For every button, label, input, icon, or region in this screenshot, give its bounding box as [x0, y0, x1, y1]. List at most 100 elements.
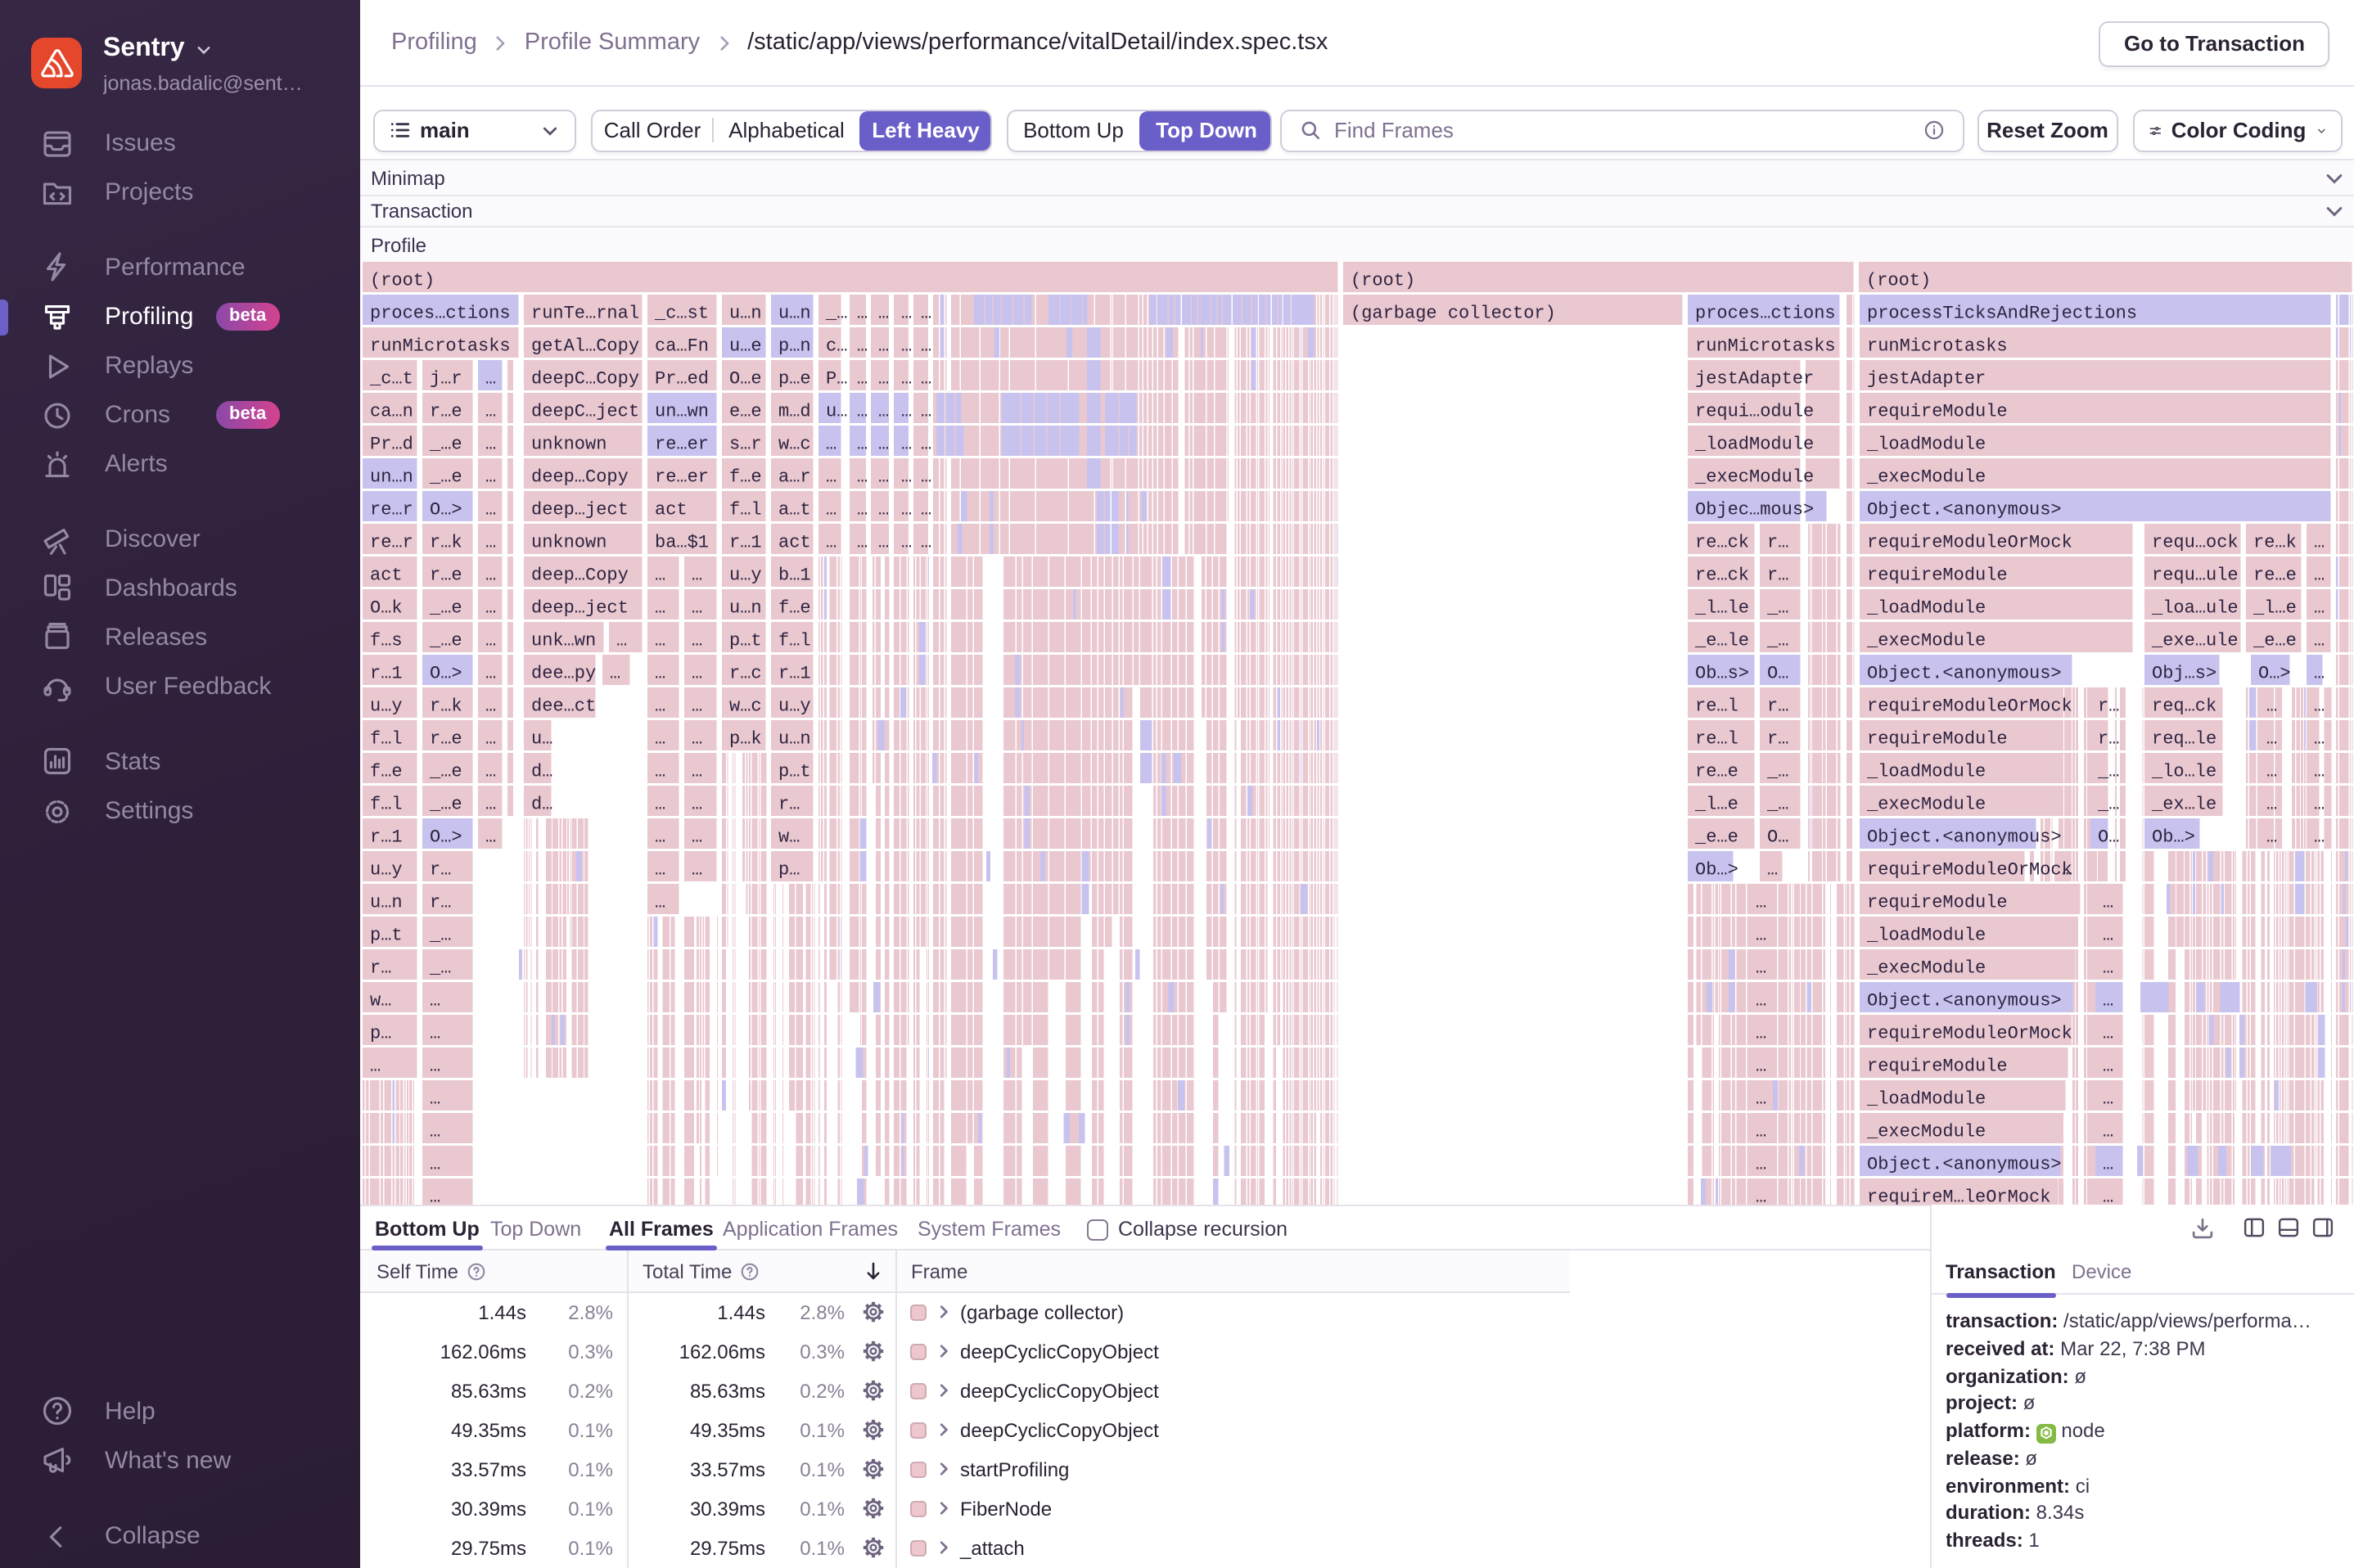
svg-text:…: …	[857, 368, 868, 389]
svg-text:…: …	[485, 565, 496, 585]
svg-text:r…: r…	[778, 794, 800, 814]
svg-text:…: …	[826, 532, 837, 552]
svg-text:re…l: re…l	[1695, 696, 1738, 716]
svg-text:…: …	[485, 794, 496, 814]
svg-text:…: …	[921, 499, 931, 520]
svg-text:u…n: u…n	[729, 303, 762, 323]
svg-text:deepC…Copy: deepC…Copy	[531, 368, 639, 389]
svg-text:requ…ock: requ…ock	[2152, 532, 2239, 552]
svg-text:…: …	[1756, 1088, 1766, 1109]
svg-text:_e…e: _e…e	[1694, 827, 1738, 847]
svg-text:…: …	[2103, 1023, 2113, 1043]
svg-text:…: …	[692, 565, 702, 585]
svg-text:un…wn: un…wn	[655, 401, 709, 421]
svg-text:…: …	[878, 499, 889, 520]
svg-text:requireModule: requireModule	[1867, 1056, 2008, 1076]
svg-text:_…e: _…e	[429, 466, 462, 487]
svg-text:w…: w…	[370, 990, 391, 1011]
svg-text:…: …	[485, 401, 496, 421]
svg-text:deep…Copy: deep…Copy	[531, 466, 629, 487]
svg-text:u…y: u…y	[778, 696, 811, 716]
svg-text:…: …	[655, 892, 665, 912]
svg-text:Ob…>: Ob…>	[1695, 859, 1738, 880]
svg-text:r…1: r…1	[370, 663, 403, 683]
svg-text:j…r: j…r	[430, 368, 462, 389]
svg-text:r…: r…	[430, 892, 451, 912]
svg-text:…: …	[921, 336, 931, 356]
svg-text:requireM…leOrMock: requireM…leOrMock	[1867, 1187, 2050, 1205]
svg-text:p…e: p…e	[778, 368, 811, 389]
svg-text:a…r: a…r	[778, 466, 811, 487]
svg-text:Ob…>: Ob…>	[2152, 827, 2195, 847]
svg-text:…: …	[485, 434, 496, 454]
svg-text:…: …	[610, 663, 620, 683]
svg-text:ca…n: ca…n	[370, 401, 413, 421]
svg-text:f…e: f…e	[729, 466, 762, 487]
svg-text:…: …	[878, 532, 889, 552]
svg-text:_…: _…	[429, 925, 451, 945]
svg-text:r…e: r…e	[430, 728, 462, 749]
svg-text:unk…wn: unk…wn	[531, 630, 596, 651]
svg-text:r…: r…	[370, 957, 391, 978]
svg-text:(root): (root)	[370, 270, 435, 291]
svg-text:f…e: f…e	[370, 761, 403, 782]
svg-text:requireModule: requireModule	[1867, 565, 2008, 585]
svg-text:…: …	[2314, 794, 2325, 814]
svg-text:_e…e: _e…e	[2253, 630, 2297, 651]
svg-text:_l…e: _l…e	[2253, 597, 2297, 618]
svg-text:O…>: O…>	[430, 663, 462, 683]
svg-text:_loa…ule: _loa…ule	[2151, 597, 2239, 618]
svg-text:ca…Fn: ca…Fn	[655, 336, 709, 356]
svg-text:re…k: re…k	[2253, 532, 2297, 552]
svg-text:_…: _…	[825, 303, 847, 323]
svg-text:…: …	[2314, 663, 2325, 683]
svg-text:O…e: O…e	[729, 368, 762, 389]
svg-text:re…er: re…er	[655, 434, 709, 454]
svg-text:re…e: re…e	[2253, 565, 2297, 585]
svg-text:Ob…s>: Ob…s>	[1695, 663, 1749, 683]
svg-text:r…k: r…k	[430, 696, 462, 716]
svg-text:re…er: re…er	[655, 466, 709, 487]
svg-text:O…>: O…>	[2258, 663, 2291, 683]
svg-text:_…: _…	[1766, 597, 1788, 618]
svg-text:p…: p…	[778, 859, 800, 880]
svg-text:…: …	[2266, 761, 2277, 782]
svg-text:re…r: re…r	[370, 532, 413, 552]
svg-text:…: …	[655, 597, 665, 618]
svg-text:…: …	[901, 401, 912, 421]
svg-text:c…: c…	[826, 336, 847, 356]
svg-text:…: …	[655, 761, 665, 782]
svg-text:…: …	[655, 794, 665, 814]
svg-text:…: …	[2314, 597, 2325, 618]
svg-text:…: …	[2314, 565, 2325, 585]
svg-text:dee…ct: dee…ct	[531, 696, 596, 716]
svg-text:(garbage collector): (garbage collector)	[1351, 303, 1556, 323]
svg-text:…: …	[430, 1088, 440, 1109]
svg-text:Pr…ed: Pr…ed	[655, 368, 709, 389]
svg-text:r…: r…	[1767, 696, 1788, 716]
svg-text:…: …	[485, 663, 496, 683]
svg-text:f…l: f…l	[370, 728, 403, 749]
svg-text:…: …	[857, 401, 868, 421]
svg-text:u…y: u…y	[729, 565, 762, 585]
svg-text:_…: _…	[2097, 761, 2119, 782]
svg-text:…: …	[485, 466, 496, 487]
svg-text:jestAdapter: jestAdapter	[1695, 368, 1814, 389]
svg-text:u…y: u…y	[370, 696, 403, 716]
svg-text:_execModule: _execModule	[1866, 1121, 1986, 1142]
svg-text:Objec…mous>: Objec…mous>	[1695, 499, 1814, 520]
svg-text:u…y: u…y	[370, 859, 403, 880]
svg-text:u…n: u…n	[370, 892, 403, 912]
svg-text:runMicrotasks: runMicrotasks	[370, 336, 511, 356]
svg-text:deep…ject: deep…ject	[531, 597, 629, 618]
svg-text:(root): (root)	[1866, 270, 1931, 291]
svg-text:…: …	[2103, 1187, 2113, 1205]
svg-text:…: …	[901, 336, 912, 356]
svg-text:…: …	[2266, 696, 2277, 716]
svg-text:…: …	[826, 499, 837, 520]
svg-text:_c…st: _c…st	[654, 303, 709, 323]
svg-text:…: …	[901, 434, 912, 454]
svg-text:…: …	[2266, 728, 2277, 749]
svg-text:w…: w…	[778, 827, 800, 847]
svg-text:…: …	[485, 532, 496, 552]
